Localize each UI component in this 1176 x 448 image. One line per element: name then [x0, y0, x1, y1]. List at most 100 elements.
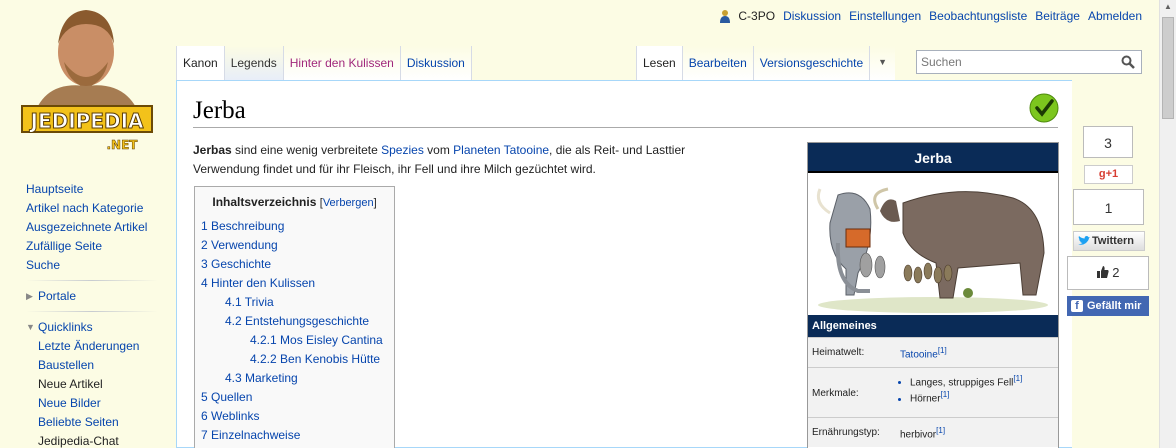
gplus-count: 3: [1083, 126, 1133, 158]
talk-link[interactable]: Diskussion: [783, 9, 841, 23]
vertical-scrollbar[interactable]: ▲: [1159, 0, 1176, 448]
toc-item[interactable]: 4.2.2 Ben Kenobis Hütte: [201, 350, 388, 369]
sidebar-item-letzte-aenderungen[interactable]: Letzte Änderungen: [38, 337, 158, 356]
table-of-contents: Inhaltsverzeichnis [Verbergen] 1 Beschre…: [194, 186, 395, 448]
sidebar-item-neue-artikel[interactable]: Neue Artikel: [38, 375, 158, 394]
infobox-row-merkmale: Merkmale: Langes, struppiges Fell[1] Hör…: [808, 367, 1058, 417]
gplus-label: +1: [1105, 168, 1119, 180]
twitter-icon: [1078, 236, 1090, 245]
toc-item[interactable]: 4.2 Entstehungsgeschichte: [201, 312, 388, 331]
link-tatooine[interactable]: Tatooine: [900, 349, 938, 360]
infobox-label: Heimatwelt:: [812, 347, 865, 358]
facebook-like-button[interactable]: f Gefällt mir: [1067, 296, 1149, 316]
toc-item[interactable]: 4.2.1 Mos Eisley Cantina: [201, 331, 388, 350]
checkmark-icon: [1029, 93, 1059, 123]
toc-item[interactable]: 3 Geschichte: [201, 255, 388, 274]
infobox-title: Jerba: [808, 143, 1058, 173]
toc-toggle-link[interactable]: Verbergen: [323, 197, 374, 209]
toc-item[interactable]: 4.1 Trivia: [201, 293, 388, 312]
sidebar-navigation: Hauptseite Artikel nach Kategorie Ausgez…: [26, 180, 158, 448]
facebook-count: 2: [1112, 265, 1120, 280]
title-divider: [193, 127, 1058, 128]
infobox-label: Ernährungstyp:: [812, 427, 880, 438]
sidebar-item-zufaellige-seite[interactable]: Zufällige Seite: [26, 237, 158, 256]
link-planeten[interactable]: Planeten: [453, 143, 500, 157]
tab-bearbeiten[interactable]: Bearbeiten: [681, 46, 753, 80]
reference-link[interactable]: [1]: [936, 426, 945, 435]
more-actions-dropdown[interactable]: ▼: [869, 46, 896, 80]
toc-title: Inhaltsverzeichnis [Verbergen]: [212, 195, 377, 209]
list-item: Langes, struppiges Fell: [910, 377, 1014, 389]
sidebar-item-beliebte-seiten[interactable]: Beliebte Seiten: [38, 413, 158, 432]
intro-bold: Jerbas: [193, 143, 232, 157]
sidebar-portale-toggle[interactable]: ▶ Portale: [26, 286, 158, 306]
toc-item[interactable]: 6 Weblinks: [201, 407, 388, 426]
sidebar-item-baustellen[interactable]: Baustellen: [38, 356, 158, 375]
scrollbar-thumb[interactable]: [1162, 17, 1174, 119]
facebook-icon: f: [1071, 300, 1083, 312]
scroll-up-arrow-icon[interactable]: ▲: [1164, 2, 1172, 11]
infobox-row-ernaehrungstyp: Ernährungstyp: herbivor[1]: [808, 417, 1058, 447]
view-tabs: Lesen Bearbeiten Versionsgeschichte ▼: [636, 46, 896, 80]
logo-text: JEDIPEDIA: [29, 109, 145, 133]
toc-item[interactable]: 2 Verwendung: [201, 236, 388, 255]
toc-item[interactable]: 4 Hinter den Kulissen: [201, 274, 388, 293]
intro-text: sind eine wenig verbreitete: [231, 143, 382, 157]
toc-heading: Inhaltsverzeichnis: [212, 195, 317, 209]
link-spezies[interactable]: Spezies: [381, 143, 424, 157]
infobox-value: herbivor: [900, 429, 937, 441]
sidebar-divider: [26, 311, 158, 312]
reference-link[interactable]: [1]: [941, 390, 950, 399]
tab-legends[interactable]: Legends: [223, 46, 283, 80]
tab-versionsgeschichte[interactable]: Versionsgeschichte: [752, 46, 870, 80]
preferences-link[interactable]: Einstellungen: [849, 9, 921, 23]
logo-subtext: .NET: [107, 138, 139, 152]
watchlist-link[interactable]: Beobachtungsliste: [929, 9, 1027, 23]
sidebar-item-artikel-nach-kategorie[interactable]: Artikel nach Kategorie: [26, 199, 158, 218]
reference-link[interactable]: [1]: [938, 346, 947, 355]
sidebar-quicklinks-label: Quicklinks: [38, 320, 93, 334]
tab-hinter-den-kulissen[interactable]: Hinter den Kulissen: [282, 46, 400, 80]
reference-link[interactable]: [1]: [1013, 374, 1022, 383]
twitter-label: Twittern: [1092, 235, 1134, 247]
toc-item[interactable]: 4.3 Marketing: [201, 369, 388, 388]
sidebar-item-hauptseite[interactable]: Hauptseite: [26, 180, 158, 199]
page-title: Jerba: [193, 97, 246, 124]
jerba-illustration[interactable]: [808, 173, 1058, 315]
sidebar-item-suche[interactable]: Suche: [26, 256, 158, 275]
infobox-row-heimatwelt: Heimatwelt: Tatooine[1]: [808, 337, 1058, 367]
sidebar-item-neue-bilder[interactable]: Neue Bilder: [38, 394, 158, 413]
content-area: Jerba Jerbas sind eine wenig verbreitete…: [176, 80, 1072, 448]
twitter-button[interactable]: Twittern: [1073, 231, 1145, 251]
sidebar-item-jedipedia-chat[interactable]: Jedipedia-Chat: [38, 432, 158, 448]
search-placeholder: Suchen: [921, 55, 962, 69]
list-item: Hörner: [910, 393, 941, 405]
tab-lesen[interactable]: Lesen: [636, 46, 682, 80]
facebook-label: Gefällt mir: [1087, 300, 1142, 312]
namespace-tabs: Kanon Legends Hinter den Kulissen Diskus…: [176, 46, 472, 80]
logout-link[interactable]: Abmelden: [1088, 9, 1142, 23]
chevron-down-icon: ▼: [878, 57, 888, 67]
sidebar-divider: [26, 280, 158, 281]
toc-item[interactable]: 5 Quellen: [201, 388, 388, 407]
gplus-button[interactable]: g+1: [1084, 165, 1133, 184]
thumbs-up-icon: [1096, 266, 1109, 278]
infobox-label: Merkmale:: [812, 388, 859, 399]
jedipedia-logo[interactable]: JEDIPEDIA .NET: [12, 2, 162, 162]
sidebar-quicklinks-toggle[interactable]: ▼ Quicklinks: [26, 317, 158, 337]
sidebar-portale-label: Portale: [38, 289, 77, 303]
tab-diskussion[interactable]: Diskussion: [399, 46, 472, 80]
sidebar-item-ausgezeichnete-artikel[interactable]: Ausgezeichnete Artikel: [26, 218, 158, 237]
chevron-down-icon: ▼: [26, 322, 35, 332]
link-tatooine[interactable]: Tatooine: [504, 143, 549, 157]
personal-tools: C-3PO Diskussion Einstellungen Beobachtu…: [720, 9, 1142, 23]
tab-kanon[interactable]: Kanon: [176, 46, 224, 80]
username-link[interactable]: C-3PO: [738, 9, 775, 23]
chevron-right-icon: ▶: [26, 291, 33, 301]
search-input[interactable]: Suchen: [916, 50, 1142, 74]
search-icon[interactable]: [1121, 55, 1135, 69]
toc-item[interactable]: 1 Beschreibung: [201, 217, 388, 236]
toc-item[interactable]: 7 Einzelnachweise: [201, 426, 388, 445]
contributions-link[interactable]: Beiträge: [1035, 9, 1080, 23]
intro-text: vom: [423, 143, 454, 157]
